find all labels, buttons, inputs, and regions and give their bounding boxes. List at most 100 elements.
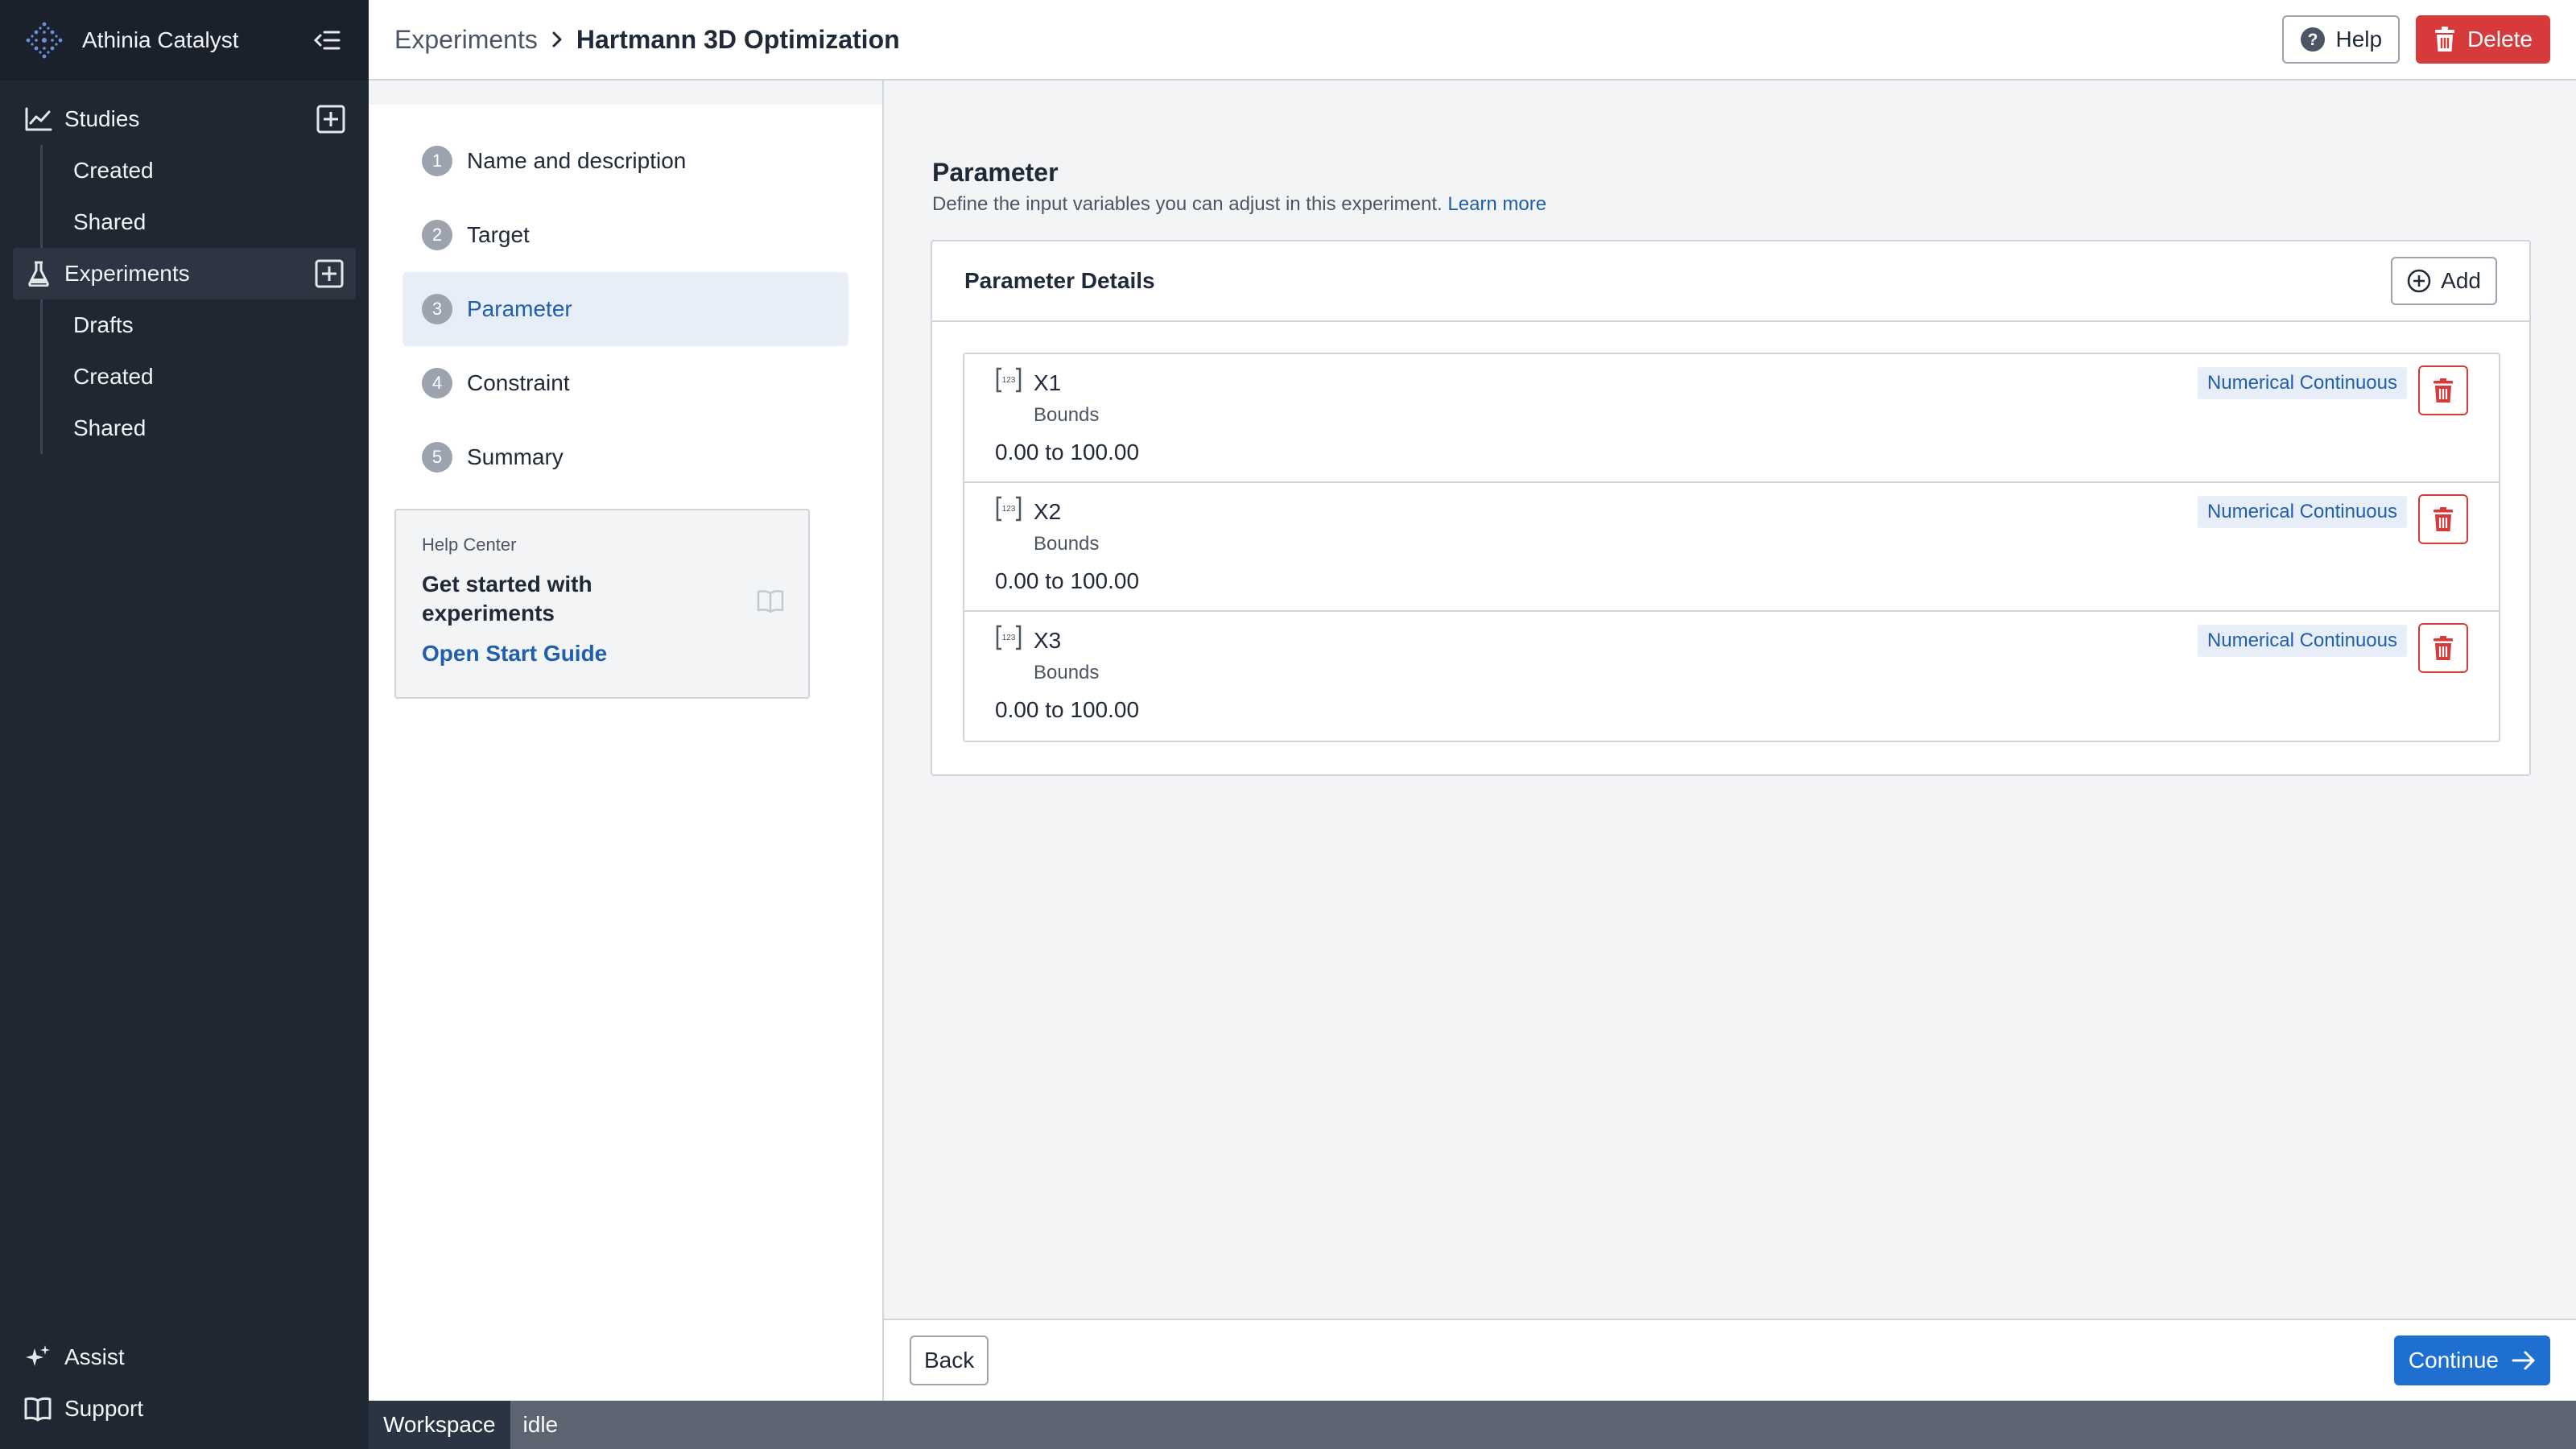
delete-parameter-button[interactable]	[2418, 623, 2468, 673]
step-number: 1	[422, 146, 452, 176]
parameter-details-card: Parameter Details Add 123 X1 Bounds 0.00…	[931, 240, 2531, 776]
parameter-type-badge: Numerical Continuous	[2197, 496, 2407, 528]
trash-icon	[2435, 27, 2455, 52]
steps-list: 1 Name and description 2 Target 3 Parame…	[369, 105, 882, 494]
step-number: 3	[422, 294, 452, 324]
wizard-footer: Back Continue	[884, 1319, 2576, 1401]
add-experiment-icon[interactable]	[314, 258, 345, 289]
step-number: 4	[422, 368, 452, 398]
breadcrumb-experiments-link[interactable]: Experiments	[394, 25, 538, 55]
steps-panel-top-strip	[369, 80, 882, 105]
parameter-row[interactable]: 123 X1 Bounds 0.00 to 100.00 Numerical C…	[964, 354, 2499, 483]
parameter-type-badge: Numerical Continuous	[2197, 367, 2407, 399]
main-content: Parameter Define the input variables you…	[884, 80, 2576, 1320]
collapse-menu-icon	[313, 31, 341, 50]
step-label: Name and description	[467, 148, 687, 173]
section-description-text: Define the input variables you can adjus…	[932, 193, 1443, 215]
step-summary[interactable]: 5 Summary	[402, 420, 848, 494]
parameter-details-header: Parameter Details Add	[932, 242, 2529, 322]
open-start-guide-link[interactable]: Open Start Guide	[422, 641, 782, 667]
support-label: Support	[64, 1396, 144, 1421]
sidebar-item-experiments-shared[interactable]: Shared	[43, 402, 369, 454]
continue-button[interactable]: Continue	[2393, 1335, 2550, 1385]
help-label: Help	[2335, 27, 2383, 52]
learn-more-link[interactable]: Learn more	[1447, 193, 1546, 215]
parameter-details-title: Parameter Details	[964, 268, 1155, 293]
trash-icon	[2434, 636, 2453, 660]
help-card-title: Get started with experiments	[422, 572, 592, 625]
status-bar: Workspace idle	[369, 1401, 2576, 1449]
page-title: Hartmann 3D Optimization	[576, 24, 900, 54]
sidebar-item-assist[interactable]: Assist	[0, 1331, 369, 1383]
book-open-icon	[757, 590, 784, 613]
step-label: Constraint	[467, 370, 570, 395]
svg-text:123: 123	[1002, 634, 1016, 642]
sidebar-item-experiments-created[interactable]: Created	[43, 351, 369, 402]
step-parameter[interactable]: 3 Parameter	[402, 272, 848, 346]
experiments-submenu: Drafts Created Shared	[40, 299, 369, 454]
parameter-list: 123 X1 Bounds 0.00 to 100.00 Numerical C…	[963, 353, 2500, 742]
sidebar-section-label: Experiments	[64, 261, 190, 286]
status-workspace-label: Workspace	[369, 1401, 510, 1449]
trash-icon	[2434, 507, 2453, 531]
step-name-and-description[interactable]: 1 Name and description	[402, 124, 848, 198]
assist-label: Assist	[64, 1344, 125, 1369]
sidebar-item-support[interactable]: Support	[0, 1383, 369, 1435]
parameter-range: 0.00 to 100.00	[995, 440, 1140, 464]
svg-text:123: 123	[1002, 505, 1016, 514]
plus-circle-icon	[2407, 269, 2431, 293]
parameter-bounds-label: Bounds	[1034, 533, 1100, 555]
add-study-icon[interactable]	[316, 104, 346, 134]
delete-parameter-button[interactable]	[2418, 494, 2468, 544]
add-label: Add	[2441, 268, 2481, 293]
numeric-bracket-icon: 123	[996, 496, 1022, 522]
back-button[interactable]: Back	[910, 1335, 989, 1385]
app-name: Athinia Catalyst	[82, 27, 239, 52]
section-description: Define the input variables you can adjus…	[932, 193, 1546, 216]
numeric-bracket-icon: 123	[996, 625, 1022, 650]
help-center-card: Help Center Get started with experiments…	[394, 509, 810, 699]
step-number: 2	[422, 220, 452, 250]
parameter-range: 0.00 to 100.00	[995, 568, 1140, 593]
parameter-name: X2	[1034, 499, 1062, 524]
parameter-row[interactable]: 123 X3 Bounds 0.00 to 100.00 Numerical C…	[964, 612, 2499, 741]
help-button[interactable]: ? Help	[2282, 15, 2401, 64]
step-label: Summary	[467, 444, 564, 469]
trash-icon	[2434, 378, 2453, 402]
sidebar-section-studies[interactable]: Studies	[0, 93, 369, 145]
sidebar-item-experiments-drafts[interactable]: Drafts	[43, 299, 369, 351]
top-header: Experiments Hartmann 3D Optimization ? H…	[369, 0, 2576, 80]
parameter-row[interactable]: 123 X2 Bounds 0.00 to 100.00 Numerical C…	[964, 483, 2499, 612]
sidebar-item-studies-shared[interactable]: Shared	[43, 196, 369, 248]
step-target[interactable]: 2 Target	[402, 198, 848, 272]
sidebar: Athinia Catalyst Studies Created Shared	[0, 0, 369, 1449]
parameter-type-badge: Numerical Continuous	[2197, 625, 2407, 657]
chart-line-icon	[24, 105, 53, 134]
step-constraint[interactable]: 4 Constraint	[402, 346, 848, 420]
header-actions: ? Help Delete	[2282, 15, 2550, 64]
add-parameter-button[interactable]: Add	[2391, 257, 2497, 305]
sidebar-item-studies-created[interactable]: Created	[43, 145, 369, 196]
help-card-kicker: Help Center	[422, 535, 517, 555]
question-circle-icon: ?	[2301, 27, 2326, 52]
section-title: Parameter	[932, 158, 1059, 187]
steps-panel: 1 Name and description 2 Target 3 Parame…	[369, 80, 884, 1401]
parameter-bounds-label: Bounds	[1034, 662, 1100, 683]
delete-button[interactable]: Delete	[2416, 15, 2550, 64]
svg-text:?: ?	[2308, 31, 2318, 49]
continue-label: Continue	[2408, 1348, 2499, 1373]
sparkles-icon	[26, 1345, 50, 1366]
arrow-right-icon	[2512, 1351, 2535, 1370]
sidebar-header: Athinia Catalyst	[0, 0, 369, 80]
sidebar-section-label: Studies	[64, 106, 140, 131]
chevron-right-icon	[551, 30, 564, 49]
flask-icon	[24, 259, 53, 288]
delete-parameter-button[interactable]	[2418, 365, 2468, 415]
collapse-sidebar-button[interactable]	[309, 23, 345, 58]
sidebar-section-experiments[interactable]: Experiments	[13, 248, 356, 299]
delete-label: Delete	[2467, 27, 2533, 52]
numeric-bracket-icon: 123	[996, 367, 1022, 393]
status-state: idle	[522, 1412, 559, 1437]
parameter-name: X3	[1034, 628, 1062, 653]
parameter-bounds-label: Bounds	[1034, 404, 1100, 426]
